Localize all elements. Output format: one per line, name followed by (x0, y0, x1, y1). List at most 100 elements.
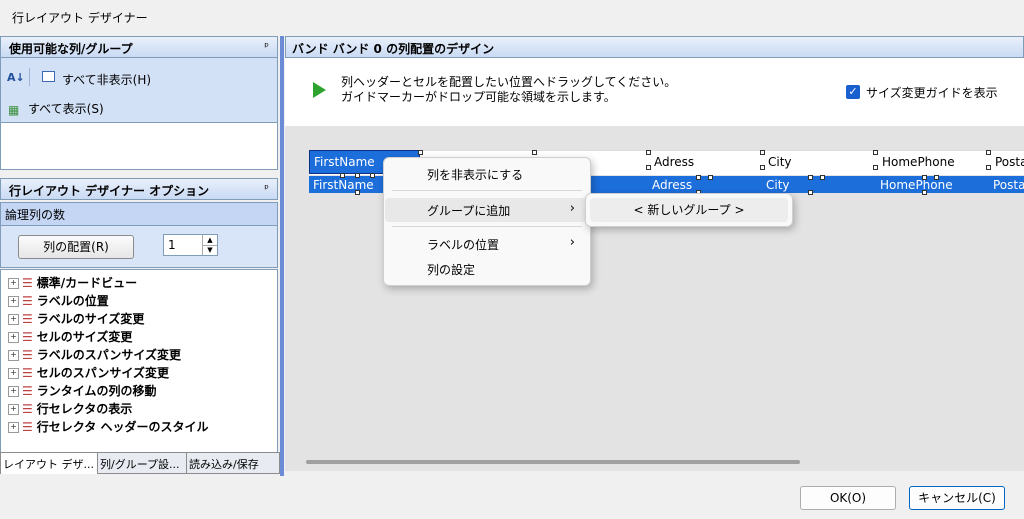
expand-icon[interactable]: + (8, 278, 19, 289)
resize-handle[interactable] (532, 150, 537, 155)
expand-icon[interactable]: + (8, 296, 19, 307)
tree-node[interactable]: + ☰ ラベルのサイズ変更 (8, 310, 144, 328)
column-cell-adress[interactable]: Adress (652, 178, 692, 192)
menu-item-label: 列を非表示にする (427, 168, 524, 182)
tab-load-save[interactable]: 読み込み/保存 (186, 452, 280, 474)
resize-guide-label[interactable]: サイズ変更ガイドを表示 (866, 84, 998, 101)
tree-node-label: セルのスパンサイズ変更 (36, 366, 170, 380)
horizontal-scrollbar[interactable] (306, 460, 800, 464)
resize-handle[interactable] (760, 150, 765, 155)
resize-handle[interactable] (370, 173, 375, 178)
tree-node[interactable]: + ☰ 行セレクタの表示 (8, 400, 132, 418)
tree-node[interactable]: + ☰ 行セレクタ ヘッダーのスタイル (8, 418, 208, 436)
resize-handle[interactable] (986, 150, 991, 155)
tree-node[interactable]: + ☰ ラベルの位置 (8, 292, 109, 310)
expand-icon[interactable]: + (8, 332, 19, 343)
resize-handle[interactable] (418, 150, 423, 155)
show-all-button[interactable]: すべて表示(S) (28, 100, 104, 117)
tree-node[interactable]: + ☰ ラベルのスパンサイズ変更 (8, 346, 181, 364)
resize-handle[interactable] (646, 165, 651, 170)
tree-node-label: セルのサイズ変更 (36, 330, 133, 344)
tree-node[interactable]: + ☰ セルのサイズ変更 (8, 328, 132, 346)
column-header-posta[interactable]: Posta (995, 155, 1024, 169)
menu-item-add-to-group[interactable]: グループに追加 › (385, 198, 589, 222)
option-list-icon: ☰ (22, 420, 33, 434)
tree-node-label: 行セレクタ ヘッダーのスタイル (36, 420, 209, 434)
resize-handle[interactable] (986, 165, 991, 170)
resize-handle[interactable] (873, 165, 878, 170)
resize-handle[interactable] (873, 150, 878, 155)
resize-handle[interactable] (696, 175, 701, 180)
option-list-icon: ☰ (22, 384, 33, 398)
option-list-icon: ☰ (22, 312, 33, 326)
options-tree: + ☰ 標準/カードビュー + ☰ ラベルの位置 + ☰ ラベルのサイズ変更 + ☰ セルのサイズ変更… (0, 269, 278, 453)
menu-item-label-position[interactable]: ラベルの位置 › (385, 232, 589, 256)
resize-handle[interactable] (760, 165, 765, 170)
resize-handle[interactable] (340, 173, 345, 178)
column-cell-firstname[interactable]: FirstName (313, 178, 374, 192)
column-header-firstname[interactable]: FirstName (314, 155, 375, 169)
expand-icon[interactable]: + (8, 404, 19, 415)
available-columns-header: 使用可能な列/グループ ᵖ (0, 36, 278, 58)
tab-column-group-settings[interactable]: 列/グループ設... (97, 452, 187, 474)
column-header-homephone[interactable]: HomePhone (882, 155, 955, 169)
resize-handle[interactable] (820, 175, 825, 180)
available-columns-title: 使用可能な列/グループ (9, 42, 133, 56)
option-list-icon: ☰ (22, 276, 33, 290)
pin-icon[interactable]: ᵖ (264, 182, 269, 195)
resize-handle[interactable] (355, 190, 360, 195)
spinner-value: 1 (168, 238, 176, 252)
cancel-button[interactable]: キャンセル(C) (909, 486, 1005, 510)
tree-node-label: 標準/カードビュー (36, 276, 138, 290)
option-list-icon: ☰ (22, 330, 33, 344)
logical-columns-label: 論理列の数 (5, 208, 66, 222)
splitter[interactable] (280, 36, 284, 476)
column-header-city[interactable]: City (768, 155, 792, 169)
resize-handle[interactable] (646, 150, 651, 155)
title-bar: 行レイアウト デザイナー (0, 0, 1024, 34)
tree-node[interactable]: + ☰ 標準/カードビュー (8, 274, 137, 292)
play-icon (313, 82, 326, 98)
chevron-right-icon: › (569, 235, 575, 250)
option-list-icon: ☰ (22, 366, 33, 380)
tab-layout-designer[interactable]: レイアウト デザ... (0, 452, 98, 474)
menu-separator (392, 190, 582, 191)
column-cell-homephone[interactable]: HomePhone (880, 178, 953, 192)
band-designer-title: バンド バンド 0 の列配置のデザイン (292, 42, 495, 56)
expand-icon[interactable]: + (8, 422, 19, 433)
arrange-columns-button[interactable]: 列の配置(R) (18, 235, 134, 259)
expand-icon[interactable]: + (8, 314, 19, 325)
expand-icon[interactable]: + (8, 386, 19, 397)
resize-handle[interactable] (808, 190, 813, 195)
submenu-item-new-group[interactable]: < 新しいグループ > (590, 198, 788, 222)
available-toolbar: A↓ すべて非表示(H) ▦ すべて表示(S) (0, 58, 278, 122)
resize-handle[interactable] (708, 175, 713, 180)
available-columns-list[interactable] (0, 122, 278, 170)
tree-node[interactable]: + ☰ ランタイムの列の移動 (8, 382, 157, 400)
resize-handle[interactable] (808, 175, 813, 180)
menu-item-column-settings[interactable]: 列の設定 (385, 257, 589, 281)
ok-button[interactable]: OK(O) (800, 486, 896, 510)
expand-icon[interactable]: + (8, 350, 19, 361)
resize-handle[interactable] (934, 175, 939, 180)
resize-handle[interactable] (922, 190, 927, 195)
tree-node-label: ラベルの位置 (36, 294, 109, 308)
resize-handle[interactable] (922, 175, 927, 180)
resize-handle[interactable] (355, 173, 360, 178)
menu-item-label: グループに追加 (427, 204, 511, 218)
tree-node[interactable]: + ☰ セルのスパンサイズ変更 (8, 364, 169, 382)
expand-icon[interactable]: + (8, 368, 19, 379)
resize-guide-checkbox[interactable]: ✓ (846, 85, 860, 99)
logical-columns-spinner[interactable]: 1 ▲ ▼ (163, 234, 218, 256)
menu-item-hide-column[interactable]: 列を非表示にする (385, 162, 589, 186)
column-header-adress[interactable]: Adress (654, 155, 694, 169)
show-all-icon: ▦ (8, 103, 20, 117)
option-list-icon: ☰ (22, 348, 33, 362)
spin-down-icon[interactable]: ▼ (202, 245, 217, 255)
column-cell-posta[interactable]: Posta (993, 178, 1024, 192)
hide-all-button[interactable]: すべて非表示(H) (62, 71, 151, 88)
sort-az-icon[interactable]: A↓ (7, 71, 25, 84)
options-header: 行レイアウト デザイナー オプション ᵖ (0, 178, 278, 200)
pin-icon[interactable]: ᵖ (264, 40, 269, 53)
column-cell-city[interactable]: City (766, 178, 790, 192)
